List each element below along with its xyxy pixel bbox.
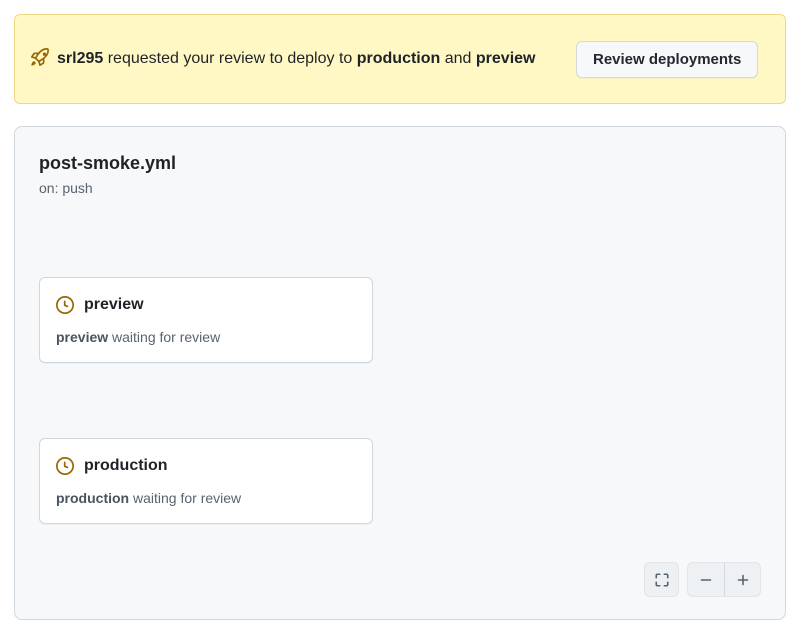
job-status-text: waiting for review — [108, 329, 220, 345]
deployment-review-banner: srl295 requested your review to deploy t… — [14, 14, 786, 104]
job-name: production — [84, 455, 168, 477]
banner-text-and: and — [440, 50, 476, 67]
zoom-in-icon — [735, 572, 751, 588]
job-header: production — [56, 455, 356, 477]
job-status: production waiting for review — [56, 489, 356, 507]
job-name: preview — [84, 294, 144, 316]
job-header: preview — [56, 294, 356, 316]
zoom-in-button[interactable] — [724, 563, 760, 596]
rocket-icon — [31, 48, 49, 66]
job-status: preview waiting for review — [56, 328, 356, 346]
zoom-out-button[interactable] — [688, 563, 724, 596]
clock-waiting-icon — [56, 457, 74, 475]
job-status-text: waiting for review — [129, 490, 241, 506]
review-deployments-button[interactable]: Review deployments — [576, 41, 758, 78]
zoom-control-group — [687, 562, 761, 597]
clock-waiting-icon — [56, 296, 74, 314]
environment-preview: preview — [476, 50, 536, 67]
environment-production: production — [357, 50, 441, 67]
job-status-environment: production — [56, 490, 129, 506]
job-card-production[interactable]: production production waiting for review — [39, 438, 373, 524]
job-status-environment: preview — [56, 329, 108, 345]
fit-to-screen-icon — [654, 572, 670, 588]
banner-text-requested: requested your review to deploy to — [103, 50, 356, 67]
job-card-preview[interactable]: preview preview waiting for review — [39, 277, 373, 363]
workflow-file-title: post-smoke.yml — [39, 151, 761, 175]
fit-to-screen-button[interactable] — [644, 562, 679, 597]
actor-login: srl295 — [57, 50, 103, 67]
banner-message: srl295 requested your review to deploy t… — [31, 46, 576, 72]
workflow-trigger: on: push — [39, 179, 761, 197]
zoom-out-icon — [698, 572, 714, 588]
workflow-graph-card: post-smoke.yml on: push preview preview … — [14, 126, 786, 620]
graph-controls — [644, 562, 761, 597]
page: srl295 requested your review to deploy t… — [0, 0, 800, 634]
